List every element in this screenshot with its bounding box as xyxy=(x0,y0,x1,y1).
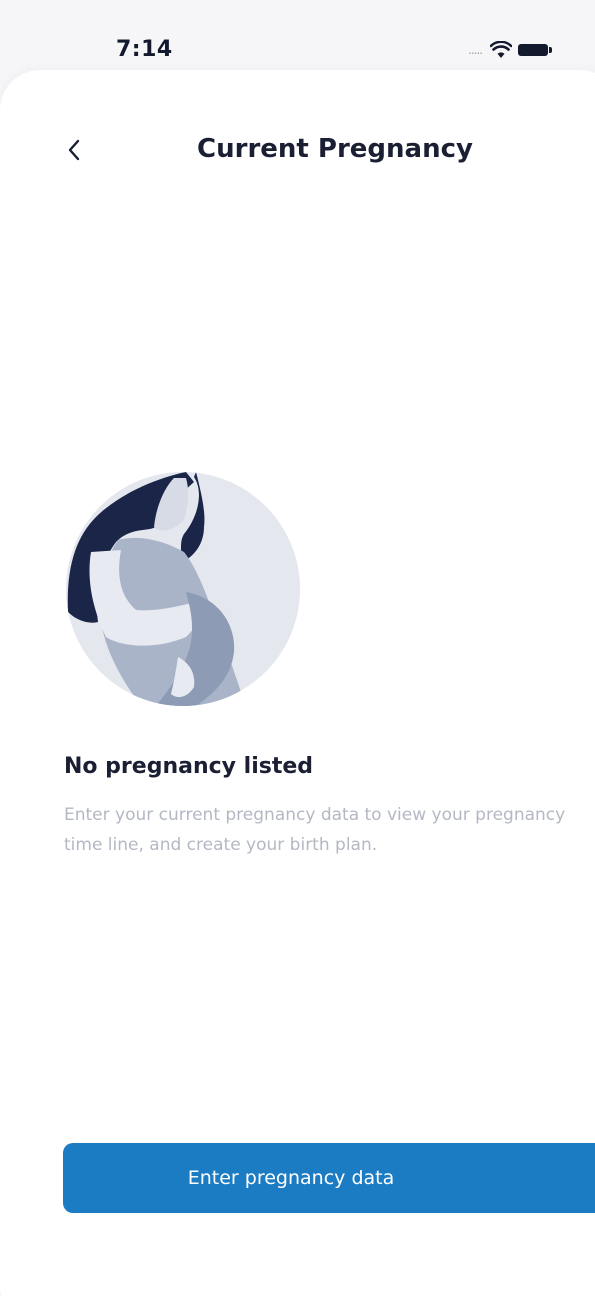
enter-pregnancy-data-button[interactable]: Enter pregnancy data xyxy=(63,1143,595,1213)
back-button[interactable] xyxy=(56,130,92,170)
status-time: 7:14 xyxy=(116,37,173,62)
status-bar: 7:14 ..... xyxy=(0,0,595,70)
cellular-signal-icon: ..... xyxy=(468,43,483,57)
empty-state-title: No pregnancy listed xyxy=(64,754,314,779)
enter-pregnancy-data-label: Enter pregnancy data xyxy=(187,1167,395,1189)
nav-bar: Current Pregnancy xyxy=(0,120,595,180)
status-icons: ..... xyxy=(468,40,553,60)
battery-icon xyxy=(518,44,553,56)
chevron-left-icon xyxy=(68,139,80,161)
pregnant-woman-illustration xyxy=(66,472,300,706)
wifi-icon xyxy=(490,41,513,58)
empty-state-description: Enter your current pregnancy data to vie… xyxy=(64,805,566,855)
page-title: Current Pregnancy xyxy=(197,134,473,164)
